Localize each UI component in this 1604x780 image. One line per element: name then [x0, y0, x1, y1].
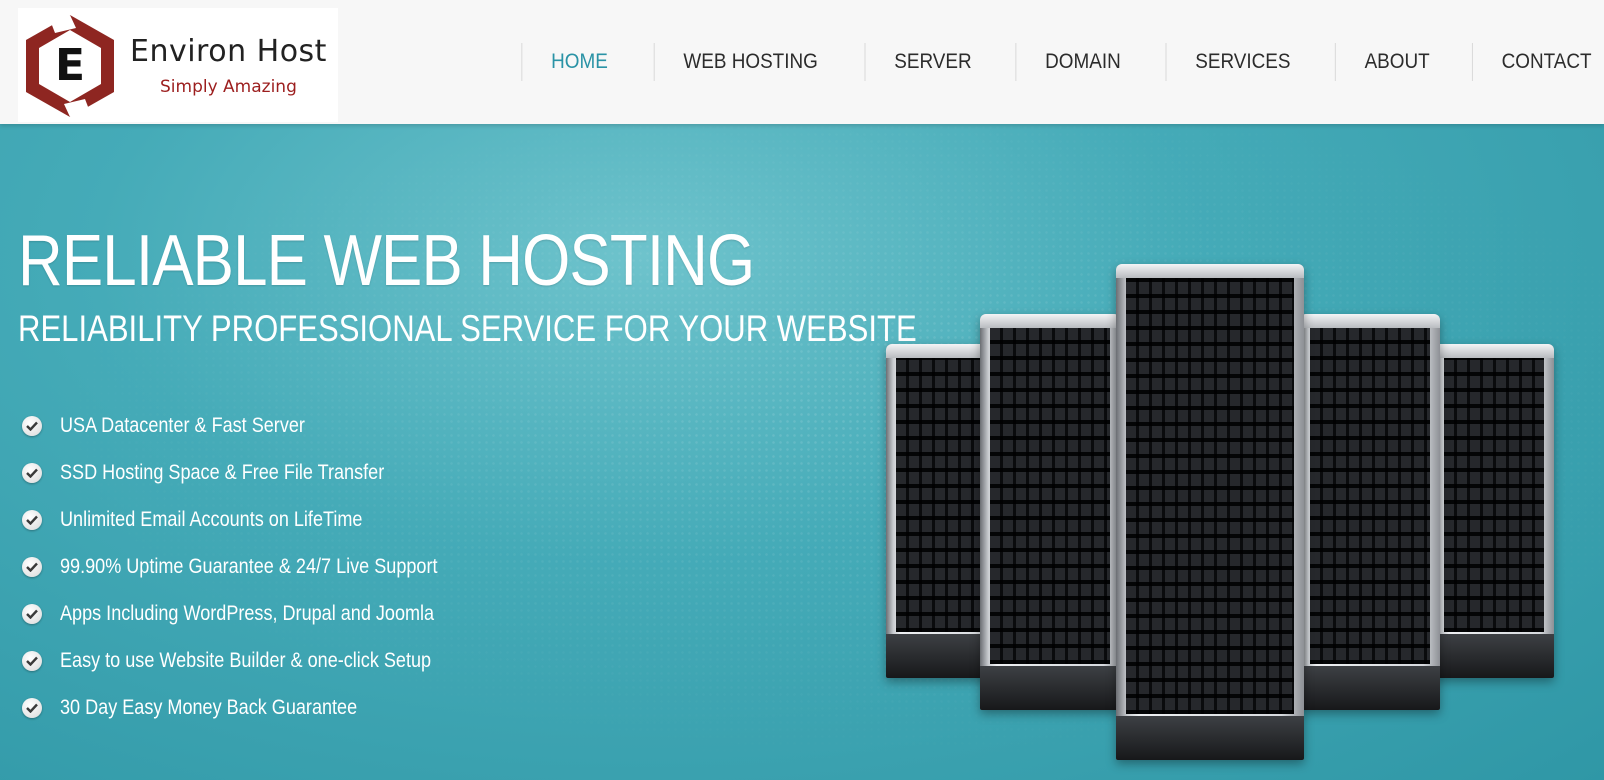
nav-item-services[interactable]: SERVICES [1165, 43, 1319, 81]
feature-text: 30 Day Easy Money Back Guarantee [60, 695, 358, 719]
nav-item-web-hosting[interactable]: WEB HOSTING [653, 43, 846, 81]
server-rack [1116, 264, 1304, 760]
site-header: E Environ Host Simply Amazing HOME WEB H… [0, 0, 1604, 124]
server-rack [1434, 344, 1554, 678]
feature-list: USA Datacenter & Fast Server SSD Hosting… [22, 402, 499, 731]
feature-item: 99.90% Uptime Guarantee & 24/7 Live Supp… [22, 543, 499, 590]
svg-text:E: E [55, 40, 85, 91]
nav-item-about[interactable]: ABOUT [1334, 43, 1459, 81]
feature-text: Unlimited Email Accounts on LifeTime [60, 507, 363, 531]
logo[interactable]: E Environ Host Simply Amazing [18, 8, 338, 122]
nav-item-home[interactable]: HOME [520, 43, 636, 81]
hero-banner: RELIABLE WEB HOSTING RELIABILITY PROFESS… [0, 124, 1604, 780]
main-nav: HOME WEB HOSTING SERVER DOMAIN SERVICES … [515, 0, 1604, 124]
logo-hexagon-icon: E [26, 15, 114, 117]
feature-text: SSD Hosting Space & Free File Transfer [60, 460, 385, 484]
server-rack [1300, 314, 1440, 710]
server-racks-icon [880, 264, 1560, 780]
check-circle-icon [22, 603, 42, 624]
check-circle-icon [22, 415, 42, 436]
check-circle-icon [22, 509, 42, 530]
nav-item-server[interactable]: SERVER [864, 43, 1000, 81]
feature-text: Easy to use Website Builder & one-click … [60, 648, 432, 672]
check-circle-icon [22, 650, 42, 671]
feature-item: Unlimited Email Accounts on LifeTime [22, 496, 499, 543]
feature-text: 99.90% Uptime Guarantee & 24/7 Live Supp… [60, 554, 438, 578]
feature-item: 30 Day Easy Money Back Guarantee [22, 684, 499, 731]
nav-item-domain[interactable]: DOMAIN [1015, 43, 1149, 81]
check-circle-icon [22, 462, 42, 483]
feature-item: Apps Including WordPress, Drupal and Joo… [22, 590, 499, 637]
feature-item: SSD Hosting Space & Free File Transfer [22, 449, 499, 496]
brand-name: Environ Host [130, 34, 327, 69]
feature-item: Easy to use Website Builder & one-click … [22, 637, 499, 684]
feature-text: Apps Including WordPress, Drupal and Joo… [60, 601, 435, 625]
brand-tagline: Simply Amazing [160, 77, 297, 97]
feature-item: USA Datacenter & Fast Server [22, 402, 499, 449]
feature-text: USA Datacenter & Fast Server [60, 413, 305, 437]
hero-subtitle: RELIABILITY PROFESSIONAL SERVICE FOR YOU… [18, 308, 917, 349]
check-circle-icon [22, 556, 42, 577]
check-circle-icon [22, 697, 42, 718]
server-rack [980, 314, 1120, 710]
nav-item-contact[interactable]: CONTACT [1472, 43, 1597, 81]
hero-title: RELIABLE WEB HOSTING [18, 221, 755, 301]
